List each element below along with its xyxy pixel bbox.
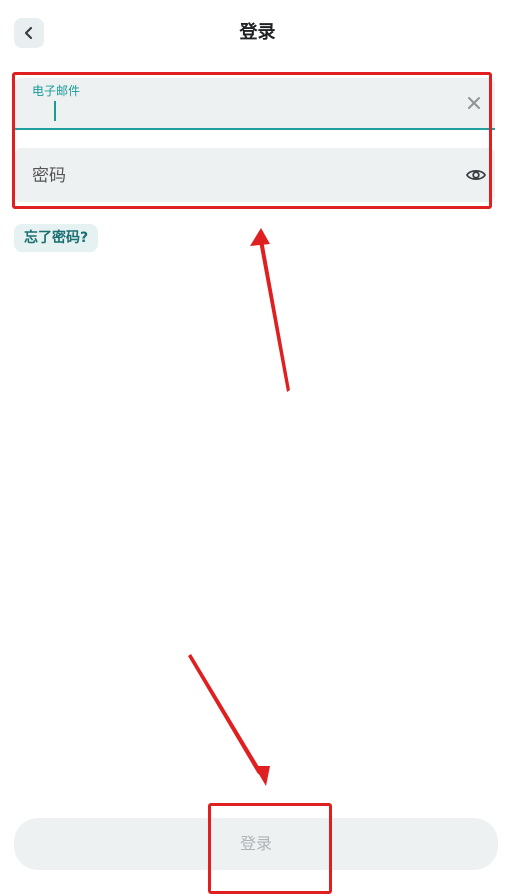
eye-icon[interactable]: [465, 165, 487, 185]
arrow-up-shaft: [259, 240, 290, 392]
login-screen: 登录 电子邮件 忘了密码? 登录: [0, 0, 515, 896]
password-input[interactable]: [32, 164, 452, 188]
arrow-down-head: [254, 766, 270, 786]
arrow-down-shaft: [188, 654, 262, 774]
email-field-label: 电子邮件: [32, 84, 81, 98]
text-caret: [54, 101, 56, 121]
page-title: 登录: [239, 22, 276, 43]
email-field[interactable]: 电子邮件: [15, 78, 495, 130]
annotation-arrows: [188, 228, 290, 786]
close-icon[interactable]: [465, 94, 483, 112]
arrow-up-head: [250, 228, 270, 246]
login-button[interactable]: 登录: [14, 818, 498, 870]
forgot-password-link[interactable]: 忘了密码?: [14, 224, 99, 252]
password-field[interactable]: [15, 148, 495, 202]
email-input[interactable]: [32, 100, 452, 122]
